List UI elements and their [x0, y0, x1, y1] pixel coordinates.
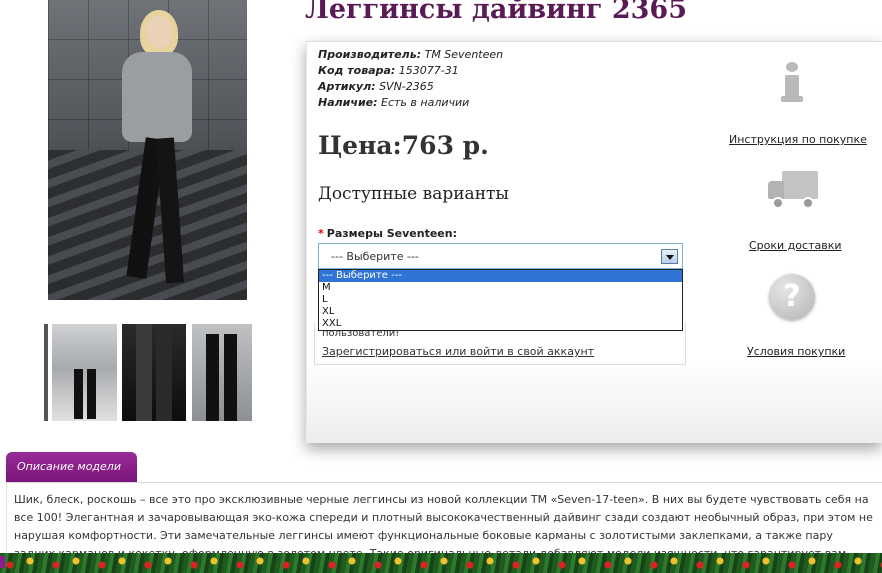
size-select[interactable]: --- Выберите --- [318, 243, 683, 269]
thumbnail-3[interactable] [192, 324, 252, 421]
spec-article: Артикул: SVN-2365 [318, 80, 434, 93]
thumbnail-2[interactable] [122, 324, 186, 421]
spec-label: Артикул: [318, 80, 376, 93]
spec-manufacturer: Производитель: TM Seventeen [318, 48, 503, 61]
spec-value: SVN-2365 [379, 80, 434, 93]
required-mark: * [318, 227, 324, 240]
garland-edge [0, 556, 5, 568]
spec-value: 153077-31 [398, 64, 459, 77]
size-option-xxl[interactable]: XXL [319, 318, 682, 330]
product-title: Леггинсы дайвинг 2365 [305, 0, 687, 25]
photo-model [106, 8, 196, 288]
size-label-text: Размеры Seventeen: [326, 227, 457, 240]
thumbnail-1[interactable] [52, 324, 117, 421]
product-thumbnails [44, 324, 254, 421]
spec-value: TM Seventeen [424, 48, 504, 61]
variants-heading: Доступные варианты [318, 184, 509, 204]
product-price: Цена:763 р. [318, 131, 489, 160]
spec-label: Наличие: [318, 96, 378, 109]
purchase-conditions-link[interactable]: Условия покупки [747, 345, 845, 358]
register-login-link[interactable]: Зарегистрироваться или войти в свой акка… [322, 345, 594, 358]
question-icon[interactable]: ? [769, 274, 815, 320]
dropdown-arrow-icon[interactable] [661, 249, 678, 264]
size-option-xl[interactable]: XL [319, 306, 682, 318]
size-option-m[interactable]: M [319, 282, 682, 294]
delivery-terms-link[interactable]: Сроки доставки [749, 239, 842, 252]
size-option[interactable]: --- Выберите --- [319, 270, 682, 282]
spec-label: Код товара: [318, 64, 396, 77]
christmas-garland [0, 553, 882, 573]
size-dropdown-list[interactable]: --- Выберите --- M L XL XXL [318, 269, 683, 331]
size-option-l[interactable]: L [319, 294, 682, 306]
product-main-photo[interactable] [48, 0, 247, 300]
truck-icon[interactable] [768, 171, 820, 211]
tab-model-description[interactable]: Описание модели [6, 452, 137, 482]
spec-product-code: Код товара: 153077-31 [318, 64, 459, 77]
size-label: * Размеры Seventeen: [318, 227, 457, 240]
thumbnail-0[interactable] [44, 324, 48, 421]
purchase-instructions-link[interactable]: Инструкция по покупке [729, 133, 867, 146]
spec-value: Есть в наличии [381, 96, 470, 109]
info-icon[interactable] [778, 62, 806, 104]
spec-label: Производитель: [318, 48, 422, 61]
size-select-value: --- Выберите --- [331, 250, 419, 263]
spec-availability: Наличие: Есть в наличии [318, 96, 469, 109]
